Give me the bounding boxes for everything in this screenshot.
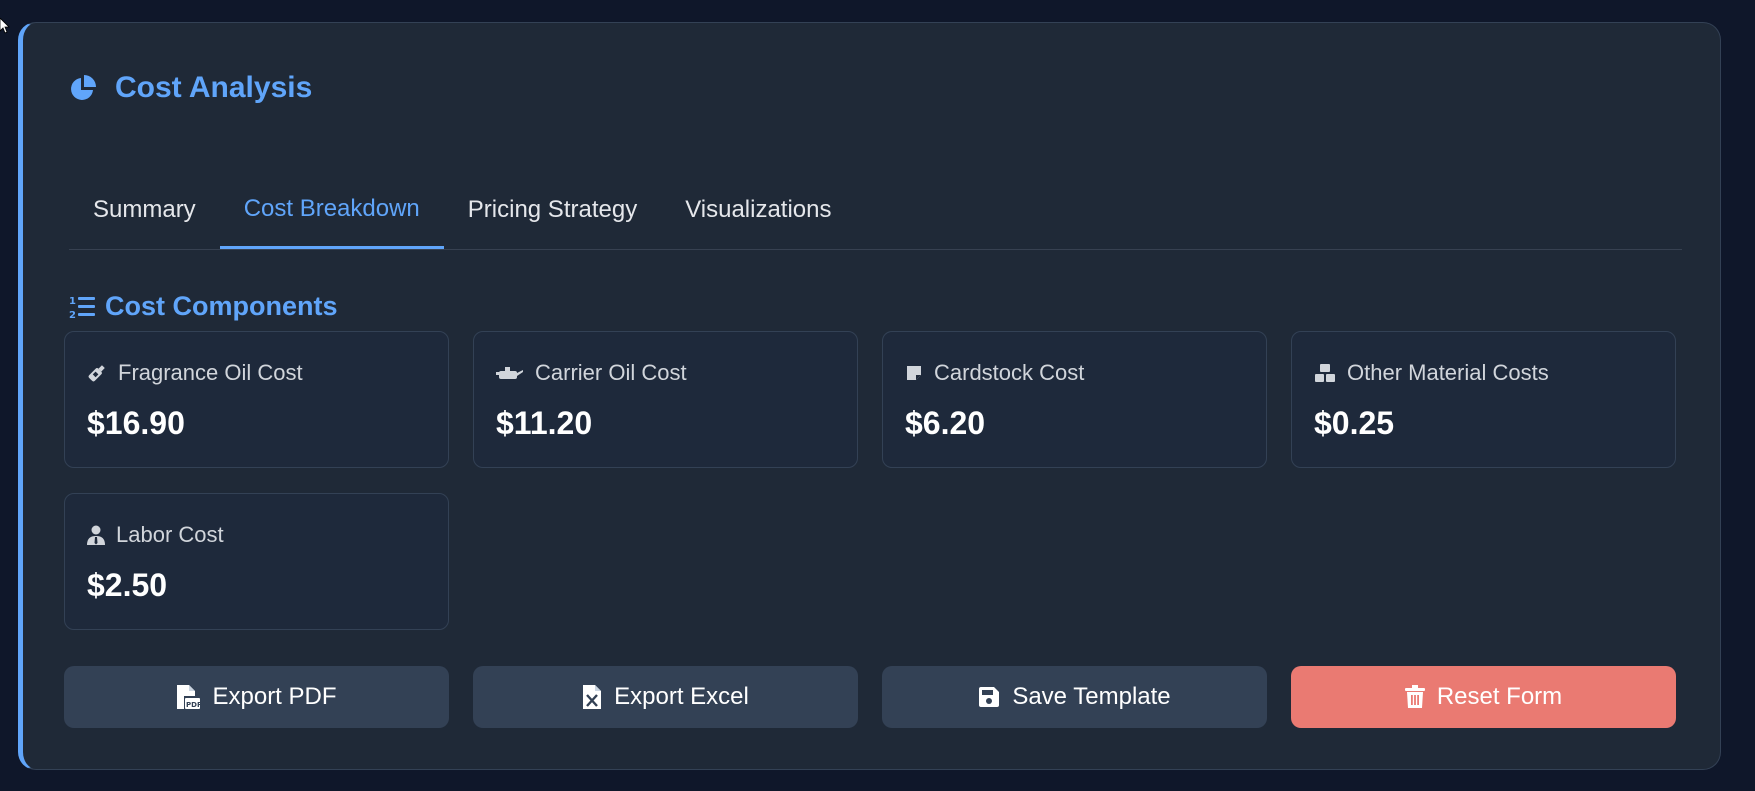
file-excel-icon: [582, 684, 602, 710]
boxes-icon: [1314, 363, 1336, 383]
save-template-button[interactable]: Save Template: [882, 666, 1267, 728]
tab-summary[interactable]: Summary: [69, 171, 220, 249]
card-value: $2.50: [87, 567, 168, 603]
card-value: $16.90: [87, 405, 185, 441]
button-label: Export PDF: [212, 683, 337, 710]
numbered-list-icon: 1 2: [69, 294, 95, 320]
tab-bar: Summary Cost Breakdown Pricing Strategy …: [69, 171, 1682, 250]
card-label: Carrier Oil Cost: [535, 360, 687, 385]
tab-visualizations[interactable]: Visualizations: [661, 171, 855, 249]
page-title: Cost Analysis: [115, 71, 313, 104]
cost-card-carrier-oil: Carrier Oil Cost $11.20: [473, 331, 858, 468]
card-label: Other Material Costs: [1347, 360, 1549, 385]
card-label: Cardstock Cost: [934, 360, 1085, 385]
mouse-cursor-icon: [0, 17, 10, 39]
oil-can-icon: [496, 364, 524, 382]
pie-chart-icon: [69, 74, 97, 102]
floppy-disk-icon: [978, 686, 1000, 708]
trash-icon: [1404, 685, 1425, 709]
button-label: Reset Form: [1436, 683, 1563, 710]
cost-card-other-materials: Other Material Costs $0.25: [1291, 331, 1676, 468]
cost-card-labor: Labor Cost $2.50: [64, 493, 449, 630]
tab-pricing-strategy[interactable]: Pricing Strategy: [444, 171, 661, 249]
file-pdf-icon: PDF: [176, 684, 201, 710]
export-excel-button[interactable]: Export Excel: [473, 666, 858, 728]
button-label: Export Excel: [614, 683, 749, 710]
cost-card-fragrance-oil: Fragrance Oil Cost $16.90: [64, 331, 449, 468]
bottle-icon: [87, 363, 107, 383]
card-value: $6.20: [905, 405, 986, 441]
svg-text:1: 1: [69, 296, 76, 307]
cost-card-cardstock: Cardstock Cost $6.20: [882, 331, 1267, 468]
section-heading: 1 2 Cost Components: [69, 291, 338, 322]
card-label: Fragrance Oil Cost: [118, 360, 303, 385]
svg-text:PDF: PDF: [186, 701, 200, 709]
export-pdf-button[interactable]: PDF Export PDF: [64, 666, 449, 728]
card-value: $11.20: [496, 405, 593, 441]
card-label: Labor Cost: [116, 522, 224, 547]
section-title: Cost Components: [105, 291, 338, 321]
reset-form-button[interactable]: Reset Form: [1291, 666, 1676, 728]
cost-analysis-panel: Cost Analysis Summary Cost Breakdown Pri…: [18, 22, 1721, 770]
svg-text:2: 2: [69, 310, 76, 320]
card-value: $0.25: [1314, 405, 1395, 441]
tab-cost-breakdown[interactable]: Cost Breakdown: [219, 171, 444, 249]
user-tie-icon: [87, 525, 105, 545]
note-icon: [905, 364, 923, 382]
panel-header: Cost Analysis: [69, 71, 312, 105]
button-label: Save Template: [1012, 683, 1171, 710]
